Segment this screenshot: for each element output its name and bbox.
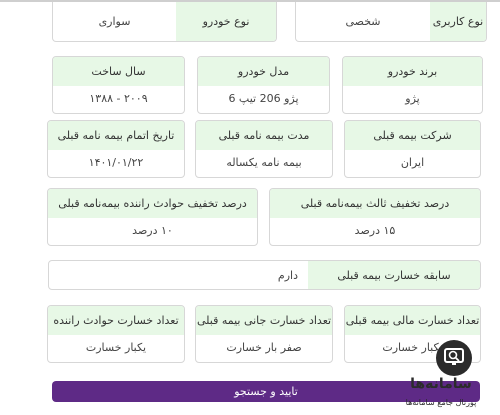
vehicle-type-card: نوع خودرو سواری — [52, 2, 277, 42]
watermark-tagline: پورتال جامع سامانه‌ها — [405, 398, 477, 407]
vehicle-type-value: سواری — [98, 15, 131, 28]
vehicle-usage-card: نوع کاربری شخصی — [295, 2, 487, 42]
third-party-discount-card: درصد تخفیف ثالث بیمه‌نامه قبلی ۱۵ درصد — [269, 188, 481, 246]
loss-history-value: دارم — [277, 268, 298, 282]
prev-policy-duration-value: بیمه نامه یکساله — [226, 156, 302, 169]
build-year-label: سال ساخت — [53, 57, 184, 86]
car-model-card: مدل خودرو پژو 206 تیپ 6 — [197, 56, 330, 114]
prev-policy-duration-card: مدت بیمه نامه قبلی بیمه نامه یکساله — [195, 120, 333, 178]
monitor-search-icon — [436, 340, 472, 376]
build-year-card: سال ساخت ۲۰۰۹ - ۱۳۸۸ — [52, 56, 185, 114]
bodily-claims-card: تعداد خسارت جانی بیمه قبلی صفر بار خسارت — [195, 305, 333, 363]
bodily-claims-value: صفر بار خسارت — [226, 341, 302, 354]
third-party-discount-label: درصد تخفیف ثالث بیمه‌نامه قبلی — [270, 189, 480, 218]
car-brand-card: برند خودرو پژو — [342, 56, 483, 114]
driver-accident-discount-card: درصد تخفیف حوادث راننده بیمه‌نامه قبلی ۱… — [47, 188, 258, 246]
prev-policy-expiry-value: ۱۴۰۱/۰۱/۲۲ — [88, 156, 144, 169]
car-model-label: مدل خودرو — [198, 57, 329, 86]
prev-policy-expiry-label: تاریخ اتمام بیمه نامه قبلی — [48, 121, 184, 150]
watermark-brand: سامانه‌ها — [410, 376, 472, 392]
third-party-discount-value: ۱۵ درصد — [354, 224, 396, 237]
car-brand-label: برند خودرو — [343, 57, 482, 86]
prev-insurer-card: شرکت بیمه قبلی ایران — [344, 120, 481, 178]
driver-claims-value: یکبار خسارت — [85, 341, 147, 354]
driver-accident-discount-label: درصد تخفیف حوادث راننده بیمه‌نامه قبلی — [48, 189, 257, 218]
vehicle-usage-value: شخصی — [345, 15, 381, 28]
vehicle-type-label: نوع خودرو — [176, 2, 276, 41]
vehicle-usage-label: نوع کاربری — [430, 2, 486, 41]
driver-accident-discount-value: ۱۰ درصد — [132, 224, 173, 237]
loss-history-card: سابقه خسارت بیمه قبلی دارم — [48, 260, 481, 290]
driver-claims-card: تعداد خسارت حوادث راننده یکبار خسارت — [47, 305, 185, 363]
bodily-claims-label: تعداد خسارت جانی بیمه قبلی — [196, 306, 332, 335]
prev-insurer-label: شرکت بیمه قبلی — [345, 121, 480, 150]
prev-insurer-value: ایران — [400, 156, 425, 169]
insurance-form: نوع کاربری شخصی نوع خودرو سواری برند خود… — [0, 0, 500, 415]
car-brand-value: پژو — [405, 92, 420, 105]
driver-claims-label: تعداد خسارت حوادث راننده — [48, 306, 184, 335]
prev-policy-expiry-card: تاریخ اتمام بیمه نامه قبلی ۱۴۰۱/۰۱/۲۲ — [47, 120, 185, 178]
car-model-value: پژو 206 تیپ 6 — [228, 92, 299, 105]
property-claims-label: تعداد خسارت مالی بیمه قبلی — [345, 306, 480, 335]
site-watermark: سامانه‌ها پورتال جامع سامانه‌ها — [386, 340, 496, 415]
loss-history-label: سابقه خسارت بیمه قبلی — [308, 261, 480, 289]
build-year-value: ۲۰۰۹ - ۱۳۸۸ — [89, 92, 148, 105]
prev-policy-duration-label: مدت بیمه نامه قبلی — [196, 121, 332, 150]
